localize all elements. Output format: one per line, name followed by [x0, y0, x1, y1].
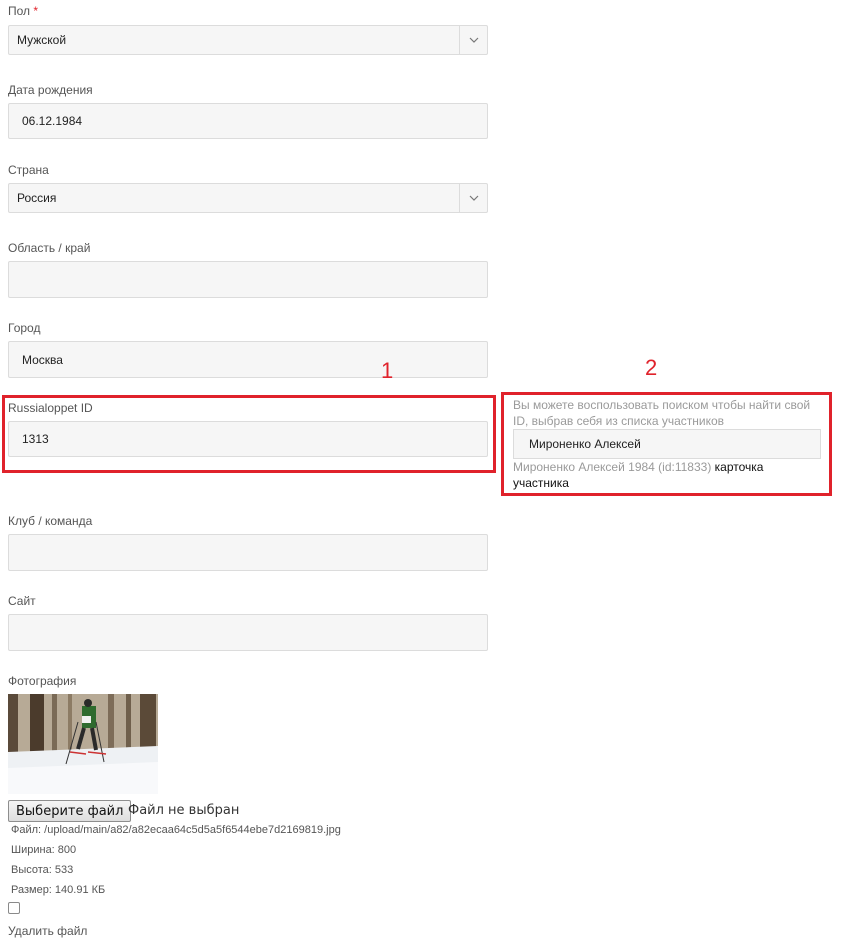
birthdate-input[interactable]: 06.12.1984	[8, 103, 488, 139]
gender-select[interactable]: Мужской	[8, 25, 488, 55]
file-height-info: Высота: 533	[11, 864, 74, 876]
file-size-info: Размер: 140.91 КБ	[11, 884, 106, 896]
russialoppet-id-label: Russialoppet ID	[8, 401, 93, 415]
required-mark: *	[33, 4, 39, 18]
site-label: Сайт	[8, 594, 36, 608]
region-label: Область / край	[8, 241, 91, 255]
gender-select-value: Мужской	[17, 33, 67, 47]
country-label: Страна	[8, 163, 49, 177]
delete-file-label: Удалить файл	[8, 924, 88, 938]
no-file-text: Файл не выбран	[128, 803, 240, 818]
file-width-info: Ширина: 800	[11, 844, 77, 856]
country-select-value: Россия	[17, 191, 57, 205]
city-input[interactable]: Москва	[8, 341, 488, 378]
file-path-info: Файл: /upload/main/a82/a82ecaa64c5d5a5f6…	[11, 824, 341, 836]
delete-file-checkbox[interactable]	[8, 902, 20, 914]
country-select[interactable]: Россия	[8, 183, 488, 213]
participant-search-value: Мироненко Алексей	[529, 437, 641, 451]
birthdate-label: Дата рождения	[8, 83, 93, 97]
chevron-down-icon	[459, 26, 487, 54]
russialoppet-id-input[interactable]: 1313	[8, 421, 488, 457]
choose-file-button[interactable]: Выберите файл	[8, 800, 132, 822]
club-label: Клуб / команда	[8, 514, 93, 528]
photo-label: Фотография	[8, 674, 77, 688]
region-input[interactable]	[8, 261, 488, 298]
city-label: Город	[8, 321, 41, 335]
search-result-text: Мироненко Алексей 1984 (id:11833)	[513, 460, 712, 474]
profile-photo	[8, 694, 158, 794]
chevron-down-icon	[459, 184, 487, 212]
site-input[interactable]	[8, 614, 488, 651]
profile-form-page: Пол * Мужской Дата рождения 06.12.1984 С…	[0, 0, 861, 943]
city-value: Москва	[22, 352, 63, 367]
annotation-number-1: 1	[381, 358, 394, 383]
birthdate-value: 06.12.1984	[22, 114, 83, 128]
annotation-number-2: 2	[645, 355, 658, 380]
russialoppet-id-value: 1313	[22, 432, 49, 446]
club-input[interactable]	[8, 534, 488, 571]
gender-label: Пол *	[8, 4, 39, 18]
search-result: Мироненко Алексей 1984 (id:11833) карточ…	[513, 459, 813, 491]
participant-search-input[interactable]: Мироненко Алексей	[513, 429, 821, 459]
search-hint: Вы можете воспользовать поиском чтобы на…	[513, 398, 811, 428]
